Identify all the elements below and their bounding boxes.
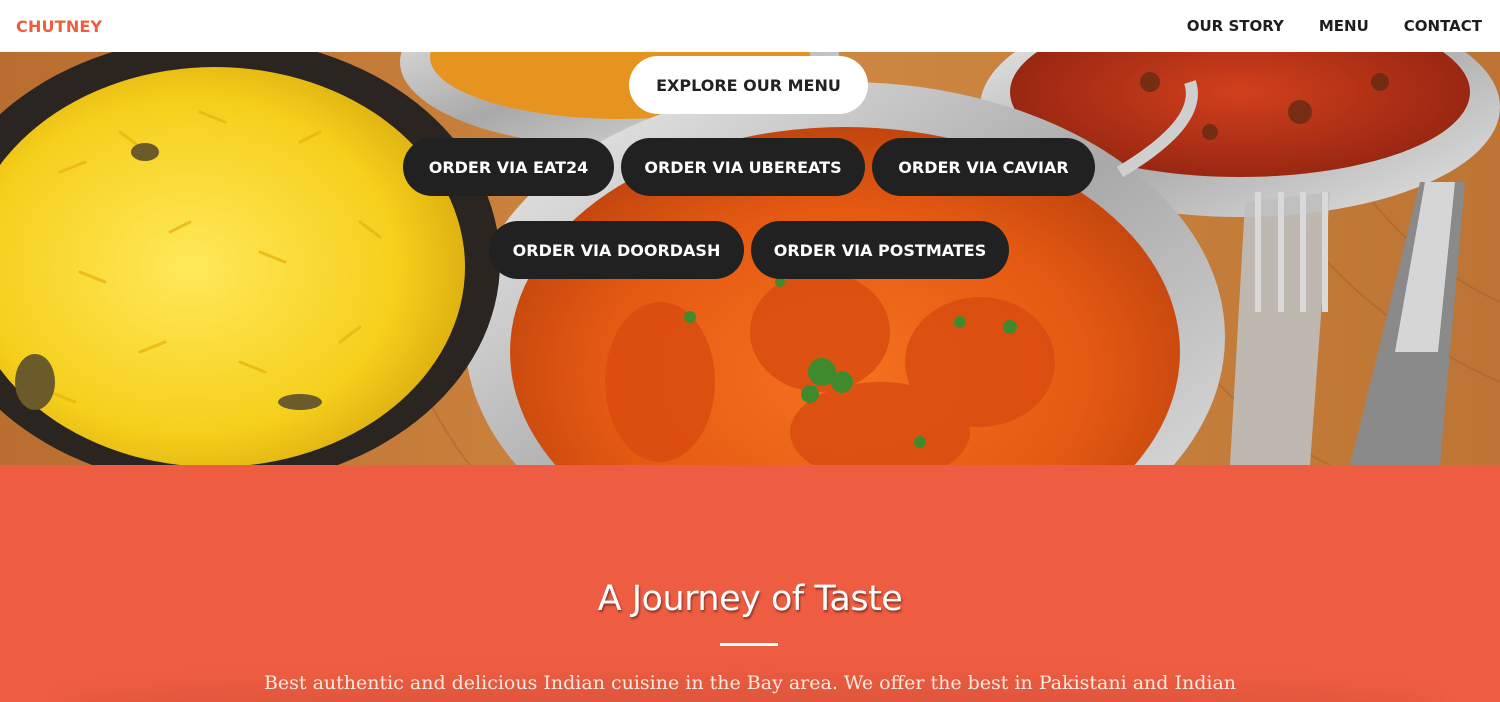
- explore-menu-button[interactable]: EXPLORE OUR MENU: [629, 56, 868, 114]
- about-heading: A Journey of Taste: [597, 579, 903, 619]
- top-navbar: CHUTNEY OUR STORY MENU CONTACT: [0, 0, 1500, 52]
- order-doordash-button[interactable]: ORDER VIA DOORDASH: [489, 221, 744, 279]
- brand-logo-link[interactable]: CHUTNEY: [16, 17, 102, 36]
- nav-link-menu[interactable]: MENU: [1319, 17, 1369, 35]
- about-description: Best authentic and delicious Indian cuis…: [263, 672, 1237, 694]
- order-ubereats-button[interactable]: ORDER VIA UBEREATS: [621, 138, 865, 196]
- nav-link-our-story[interactable]: OUR STORY: [1187, 17, 1284, 35]
- heading-divider: [720, 643, 778, 646]
- order-eat24-button[interactable]: ORDER VIA EAT24: [403, 138, 614, 196]
- hero-section: EXPLORE OUR MENU ORDER VIA EAT24 ORDER V…: [0, 52, 1500, 465]
- main-nav: OUR STORY MENU CONTACT: [1187, 17, 1482, 35]
- about-section: A Journey of Taste Best authentic and de…: [0, 465, 1500, 702]
- order-postmates-button[interactable]: ORDER VIA POSTMATES: [751, 221, 1009, 279]
- order-caviar-button[interactable]: ORDER VIA CAVIAR: [872, 138, 1095, 196]
- hero-cta-group: EXPLORE OUR MENU ORDER VIA EAT24 ORDER V…: [0, 52, 1500, 465]
- nav-link-contact[interactable]: CONTACT: [1404, 17, 1482, 35]
